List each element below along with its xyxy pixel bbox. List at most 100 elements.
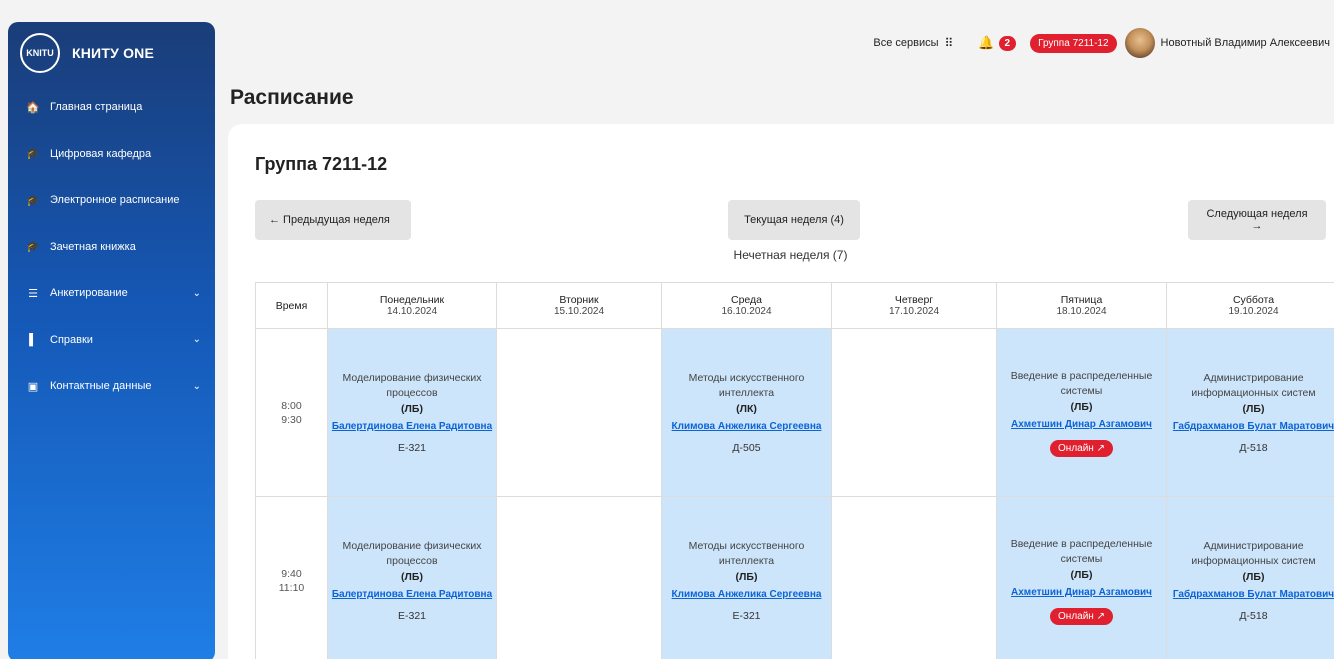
day-date: 17.10.2024 <box>888 305 940 317</box>
lesson-cell[interactable]: Введение в распределенные системы (ЛБ) Ахм… <box>996 328 1167 497</box>
day-date: 16.10.2024 <box>721 305 772 317</box>
teacher-link[interactable]: Балертдинова Елена Радитовна <box>328 589 496 600</box>
home-icon: 🏠 <box>26 101 40 114</box>
lesson-cell[interactable]: Моделирование физических процессов (ЛБ) Ба… <box>327 496 497 659</box>
day-date: 14.10.2024 <box>386 305 438 317</box>
notifications-count-badge: 2 <box>998 35 1017 51</box>
graduation-cap-icon: 🎓 <box>26 194 40 207</box>
online-badge[interactable]: Онлайн ↗ <box>1050 439 1113 457</box>
lesson-cell[interactable]: Методы искусственного интеллекта (ЛБ) Клим… <box>661 496 832 659</box>
all-services-label: Все сервисы <box>873 37 939 49</box>
lesson-room: Д-505 <box>732 442 761 454</box>
lesson-subject: Введение в распределенные системы <box>1010 369 1153 397</box>
sidebar-item-4[interactable]: ☰ Анкетирование ⌄ <box>8 270 215 317</box>
user-name[interactable]: Новотный Владимир Алексеевич <box>1161 37 1330 49</box>
file-icon: ▌ <box>29 333 37 346</box>
bell-icon: 🔔 <box>978 35 995 50</box>
group-title: Группа 7211-12 <box>255 154 388 174</box>
lesson-room: Е-321 <box>397 610 427 622</box>
teacher-link[interactable]: Габдрахманов Булат Маратович <box>1167 589 1334 600</box>
sidebar-item-label: Анкетирование <box>50 287 128 300</box>
lesson-type: (ЛБ) <box>1242 571 1265 583</box>
table-row: 8:00 9:30 Моделирование физических процесс… <box>255 328 1334 497</box>
day-header-2: Среда 16.10.2024 <box>661 282 832 329</box>
lesson-cell[interactable]: Введение в распределенные системы (ЛБ) Ахм… <box>996 496 1167 659</box>
lesson-type: (ЛБ) <box>401 571 423 583</box>
lesson-room: Д-518 <box>1239 442 1268 454</box>
teacher-link[interactable]: Ахметшин Динар Азгамович <box>997 587 1166 598</box>
sidebar-item-2[interactable]: 🎓 Электронное расписание <box>8 177 215 224</box>
teacher-link[interactable]: Климова Анжелика Сергеевна <box>662 421 831 432</box>
lesson-cell[interactable]: Методы искусственного интеллекта (ЛК) Клим… <box>661 328 832 497</box>
day-name: Среда <box>731 293 762 306</box>
list-icon: ☰ <box>28 287 38 300</box>
lesson-type: (ЛБ) <box>401 403 423 415</box>
lesson-subject: Моделирование физических процессов <box>342 372 482 399</box>
time-cell: 8:00 9:30 <box>255 328 328 497</box>
sidebar-item-1[interactable]: 🎓 Цифровая кафедра <box>8 131 215 178</box>
start-time: 9:40 <box>281 567 302 580</box>
sidebar-item-6[interactable]: ▣ Контактные данные ⌄ <box>8 363 215 410</box>
university-logo-icon: KNITU <box>20 33 60 73</box>
table-row: 9:40 11:10 Моделирование физических процес… <box>255 496 1334 659</box>
day-header-4: Пятница 18.10.2024 <box>996 282 1167 329</box>
empty-cell <box>831 328 997 497</box>
day-header-1: Вторник 15.10.2024 <box>496 282 662 329</box>
teacher-link[interactable]: Габдрахманов Булат Маратович <box>1167 421 1334 432</box>
schedule-table: Время Понедельник 14.10.2024 Вторник 15.10.… <box>255 282 1334 659</box>
day-header-5: Суббота 19.10.2024 <box>1166 282 1334 329</box>
chevron-down-icon[interactable]: ⌄ <box>193 334 201 345</box>
lesson-cell[interactable]: Моделирование физических процессов (ЛБ) Ба… <box>327 328 497 497</box>
sidebar-nav: 🏠 Главная страница 🎓 Цифровая кафедра 🎓 Элект… <box>8 84 215 410</box>
end-time: 9:30 <box>281 413 302 426</box>
lesson-room: Д-518 <box>1239 610 1268 622</box>
lesson-type: (ЛБ) <box>1242 403 1265 415</box>
current-week-button[interactable]: Текущая неделя (4) <box>728 200 860 240</box>
logo[interactable]: KNITU КНИТУ ONE <box>8 22 215 84</box>
sidebar-item-label: Электронное расписание <box>50 194 180 207</box>
teacher-link[interactable]: Ахметшин Динар Азгамович <box>997 419 1166 430</box>
week-parity-label: Нечетная неделя (7) <box>733 248 848 262</box>
sidebar: KNITU КНИТУ ONE 🏠 Главная страница 🎓 Цифров… <box>8 22 215 659</box>
chevron-down-icon[interactable]: ⌄ <box>193 288 201 299</box>
empty-cell <box>496 496 662 659</box>
end-time: 11:10 <box>278 581 305 594</box>
day-name: Пятница <box>1060 293 1103 306</box>
day-date: 15.10.2024 <box>553 305 605 317</box>
chevron-down-icon[interactable]: ⌄ <box>193 381 201 392</box>
day-name: Понедельник <box>379 293 445 306</box>
lesson-subject: Моделирование физических процессов <box>342 540 482 567</box>
start-time: 8:00 <box>281 399 302 412</box>
next-week-button[interactable]: Следующая неделя → <box>1188 200 1326 240</box>
sidebar-item-0[interactable]: 🏠 Главная страница <box>8 84 215 131</box>
sidebar-item-label: Контактные данные <box>50 380 152 393</box>
group-badge[interactable]: Группа 7211-12 <box>1030 33 1117 53</box>
sidebar-item-3[interactable]: 🎓 Зачетная книжка <box>8 224 215 271</box>
lesson-subject: Администрирование информационных систем <box>1191 372 1316 399</box>
lesson-type: (ЛБ) <box>1070 400 1093 413</box>
online-badge[interactable]: Онлайн ↗ <box>1050 607 1113 625</box>
lesson-cell[interactable]: Администрирование информационных систем (… <box>1166 496 1334 659</box>
avatar[interactable] <box>1124 28 1155 58</box>
teacher-link[interactable]: Балертдинова Елена Радитовна <box>328 421 496 432</box>
sidebar-item-label: Зачетная книжка <box>50 240 136 253</box>
lesson-type: (ЛК) <box>736 403 757 415</box>
sidebar-item-5[interactable]: ▌ Справки ⌄ <box>8 317 215 364</box>
previous-week-button[interactable]: ← Предыдущая неделя <box>255 200 411 240</box>
day-name: Суббота <box>1232 293 1275 306</box>
top-bar: Все сервисы ⠿ 🔔 2 Группа 7211-12 Новотны… <box>873 28 1330 58</box>
schedule-card: Группа 7211-12 ← Предыдущая неделя Текущ… <box>228 124 1334 659</box>
logo-text: КНИТУ ONE <box>72 45 155 61</box>
empty-cell <box>831 496 997 659</box>
all-services-button[interactable]: Все сервисы ⠿ <box>873 36 953 50</box>
lesson-subject: Методы искусственного интеллекта <box>688 540 805 567</box>
page-title: Расписание <box>230 86 354 109</box>
notifications-button[interactable]: 🔔 2 <box>978 35 1017 51</box>
day-date: 19.10.2024 <box>1228 305 1279 317</box>
lesson-type: (ЛБ) <box>735 571 758 583</box>
sidebar-item-label: Главная страница <box>50 101 143 114</box>
lesson-cell[interactable]: Администрирование информационных систем (… <box>1166 328 1334 497</box>
teacher-link[interactable]: Климова Анжелика Сергеевна <box>662 589 831 600</box>
lesson-type: (ЛБ) <box>1070 568 1093 581</box>
lesson-subject: Администрирование информационных систем <box>1191 540 1316 567</box>
